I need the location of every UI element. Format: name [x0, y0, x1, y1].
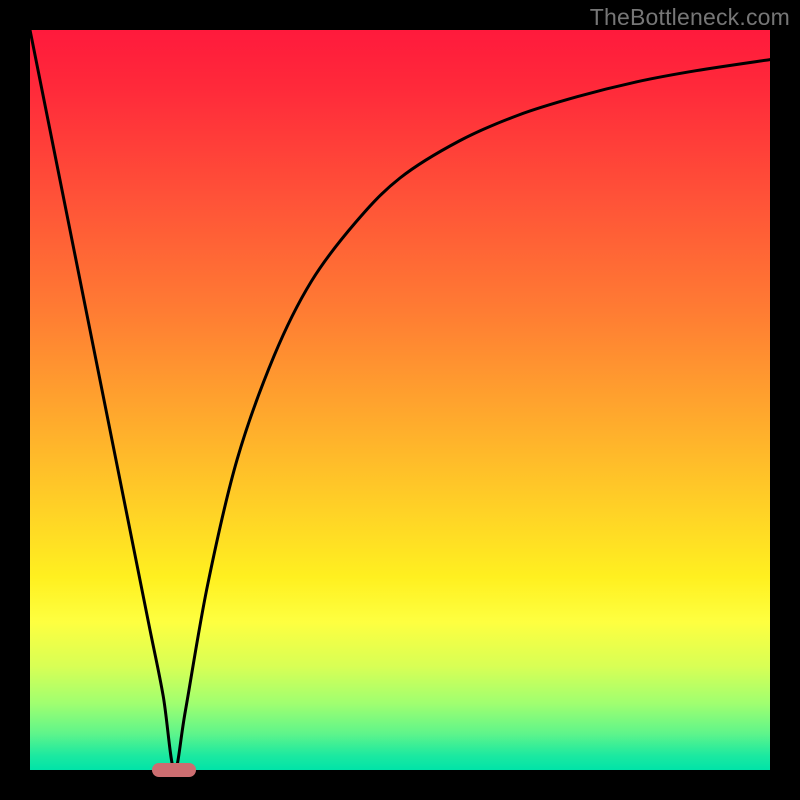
bottleneck-curve [30, 30, 770, 770]
plot-area [30, 30, 770, 770]
optimal-range-marker [152, 763, 196, 777]
watermark-text: TheBottleneck.com [590, 4, 790, 31]
chart-frame: TheBottleneck.com [0, 0, 800, 800]
